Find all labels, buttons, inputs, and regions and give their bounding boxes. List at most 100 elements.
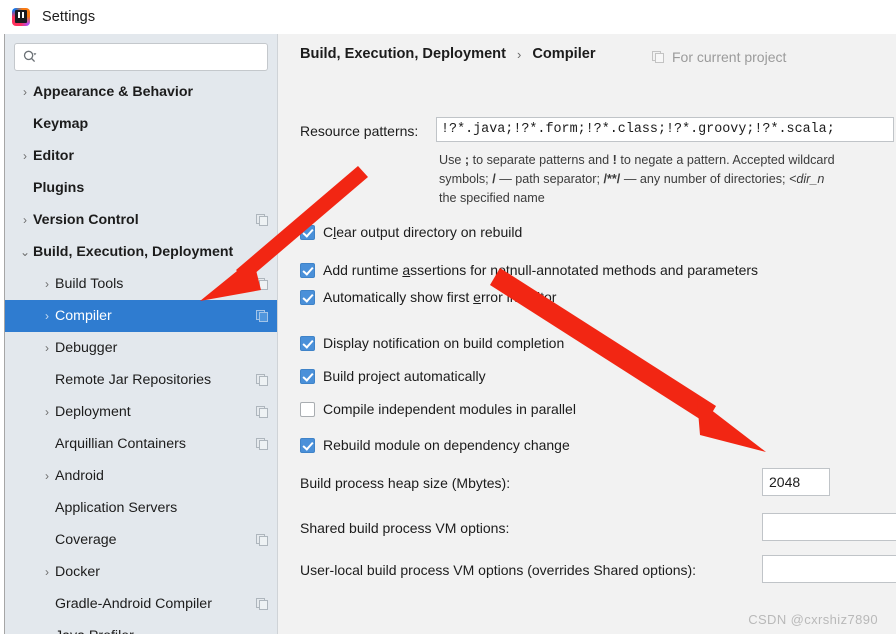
sidebar-item-android[interactable]: › Android xyxy=(5,460,277,492)
checkbox-checked-icon[interactable] xyxy=(300,289,315,305)
search-container xyxy=(5,34,277,76)
sidebar-item-editor[interactable]: › Editor xyxy=(5,140,277,172)
chevron-right-icon[interactable]: › xyxy=(17,214,33,226)
hint-line-2: symbols; / — path separator; /**/ — any … xyxy=(439,172,825,186)
chevron-right-icon[interactable]: › xyxy=(39,470,55,482)
sidebar-item-arquillian-containers[interactable]: Arquillian Containers xyxy=(5,428,277,460)
sidebar-item-label: Compiler xyxy=(55,308,112,324)
checkbox-label: Compile independent modules in parallel xyxy=(323,401,576,417)
sidebar-item-gradle-android-compiler[interactable]: Gradle-Android Compiler xyxy=(5,588,277,620)
sidebar-item-build-tools[interactable]: › Build Tools xyxy=(5,268,277,300)
settings-tree: › Appearance & Behavior Keymap › Editor Plugi… xyxy=(5,76,277,634)
copy-settings-icon xyxy=(256,437,269,451)
sidebar-item-application-servers[interactable]: Application Servers xyxy=(5,492,277,524)
checkbox-label: Clear output directory on rebuild xyxy=(323,224,523,240)
checkbox-label: Automatically show first error in editor xyxy=(323,289,557,305)
sidebar-item-compiler[interactable]: › Compiler xyxy=(5,300,277,332)
chevron-right-icon[interactable]: › xyxy=(39,566,55,578)
checkbox-compile-independent-modules-in-parallel[interactable]: Compile independent modules in parallel xyxy=(300,401,576,417)
checkbox-clear-output-directory-on-rebuild[interactable]: Clear output directory on rebuild xyxy=(300,224,522,240)
checkbox-display-notification-on-build-completion[interactable]: Display notification on build completion xyxy=(300,335,564,351)
checkbox-checked-icon[interactable] xyxy=(300,262,315,278)
sidebar-item-keymap[interactable]: Keymap xyxy=(5,108,277,140)
sidebar-item-remote-jar-repositories[interactable]: Remote Jar Repositories xyxy=(5,364,277,396)
chevron-right-icon[interactable]: › xyxy=(17,150,33,162)
resource-patterns-hint: Use ; to separate patterns and ! to nega… xyxy=(439,151,896,208)
settings-main-pane: Build, Execution, Deployment › Compiler … xyxy=(277,34,896,634)
sidebar-item-label: Arquillian Containers xyxy=(55,436,186,452)
heap-size-input[interactable]: 2048 xyxy=(762,468,830,496)
hint-line-1: Use ; to separate patterns and ! to nega… xyxy=(439,153,835,167)
copy-settings-icon xyxy=(256,213,269,227)
sidebar-item-label: Plugins xyxy=(33,180,85,196)
project-scope-indicator: For current project xyxy=(646,49,786,65)
breadcrumb-parent[interactable]: Build, Execution, Deployment xyxy=(300,46,506,62)
sidebar-item-coverage[interactable]: Coverage xyxy=(5,524,277,556)
sidebar-item-label: Gradle-Android Compiler xyxy=(55,596,212,612)
window-title: Settings xyxy=(42,9,96,25)
checkbox-add-runtime-assertions-for-notnull-annotated-methods-and-parameters[interactable]: Add runtime assertions for notnull-annot… xyxy=(300,262,758,278)
sidebar-item-label: Deployment xyxy=(55,404,131,420)
sidebar-item-label: Editor xyxy=(33,148,74,164)
copy-settings-icon xyxy=(256,373,269,387)
checkbox-automatically-show-first-error-in-editor[interactable]: Automatically show first error in editor xyxy=(300,289,556,305)
sidebar-item-label: Docker xyxy=(55,564,100,580)
watermark: CSDN @cxrshiz7890 xyxy=(748,612,878,627)
sidebar-item-label: Android xyxy=(55,468,104,484)
search-input[interactable] xyxy=(37,49,261,65)
resource-patterns-input[interactable]: !?*.java;!?*.form;!?*.class;!?*.groovy;!… xyxy=(436,117,894,142)
chevron-right-icon[interactable]: › xyxy=(39,406,55,418)
checkbox-checked-icon[interactable] xyxy=(300,437,315,453)
chevron-right-icon[interactable]: › xyxy=(17,86,33,98)
user-local-vm-options-label: User-local build process VM options (ove… xyxy=(300,562,697,578)
sidebar-item-appearance-behavior[interactable]: › Appearance & Behavior xyxy=(5,76,277,108)
sidebar-item-label: Build, Execution, Deployment xyxy=(33,244,234,260)
checkbox-unchecked-icon[interactable] xyxy=(300,401,315,417)
resource-patterns-label: Resource patterns: xyxy=(300,123,419,139)
checkbox-checked-icon[interactable] xyxy=(300,368,315,384)
checkbox-label: Display notification on build completion xyxy=(323,335,565,351)
breadcrumb: Build, Execution, Deployment › Compiler xyxy=(300,46,596,62)
breadcrumb-current: Compiler xyxy=(532,46,596,62)
copy-settings-icon xyxy=(256,405,269,419)
checkbox-label: Add runtime assertions for notnull-annot… xyxy=(323,262,759,278)
sidebar-item-version-control[interactable]: › Version Control xyxy=(5,204,277,236)
hint-line-3: the specified name xyxy=(439,191,545,205)
sidebar-item-docker[interactable]: › Docker xyxy=(5,556,277,588)
sidebar-item-label: Coverage xyxy=(55,532,117,548)
shared-vm-options-label: Shared build process VM options: xyxy=(300,520,510,536)
copy-settings-icon xyxy=(256,277,269,291)
copy-settings-icon xyxy=(652,50,665,64)
sidebar-item-java-profiler[interactable]: ›Java Profiler xyxy=(5,620,277,634)
user-local-vm-options-input[interactable] xyxy=(762,555,896,583)
copy-settings-icon xyxy=(256,597,269,611)
chevron-right-icon[interactable]: › xyxy=(39,310,55,322)
chevron-down-icon[interactable]: ⌄ xyxy=(17,246,33,258)
checkbox-rebuild-module-on-dependency-change[interactable]: Rebuild module on dependency change xyxy=(300,437,570,453)
checkbox-build-project-automatically[interactable]: Build project automatically xyxy=(300,368,486,384)
sidebar-item-label: Appearance & Behavior xyxy=(33,84,194,100)
intellij-idea-icon xyxy=(12,8,30,26)
settings-sidebar: › Appearance & Behavior Keymap › Editor Plugi… xyxy=(5,34,277,634)
sidebar-item-label: Version Control xyxy=(33,212,139,228)
heap-size-label: Build process heap size (Mbytes): xyxy=(300,475,511,491)
chevron-right-icon[interactable]: › xyxy=(39,342,55,354)
chevron-right-icon[interactable]: › xyxy=(39,630,55,634)
search-icon xyxy=(23,50,37,64)
sidebar-item-label: Keymap xyxy=(33,116,89,132)
title-bar: Settings xyxy=(0,0,896,34)
sidebar-item-plugins[interactable]: Plugins xyxy=(5,172,277,204)
sidebar-item-label: Remote Jar Repositories xyxy=(55,372,212,388)
sidebar-item-build-execution-deployment[interactable]: ⌄ Build, Execution, Deployment xyxy=(5,236,277,268)
sidebar-item-deployment[interactable]: › Deployment xyxy=(5,396,277,428)
settings-window: › Appearance & Behavior Keymap › Editor Plugi… xyxy=(0,34,896,634)
sidebar-item-label: Application Servers xyxy=(55,500,178,516)
chevron-right-icon[interactable]: › xyxy=(39,278,55,290)
copy-settings-icon xyxy=(256,533,269,547)
checkbox-checked-icon[interactable] xyxy=(300,335,315,351)
checkbox-label: Build project automatically xyxy=(323,368,486,384)
checkbox-checked-icon[interactable] xyxy=(300,224,315,240)
sidebar-item-debugger[interactable]: › Debugger xyxy=(5,332,277,364)
shared-vm-options-input[interactable] xyxy=(762,513,896,541)
search-box[interactable] xyxy=(14,43,268,71)
